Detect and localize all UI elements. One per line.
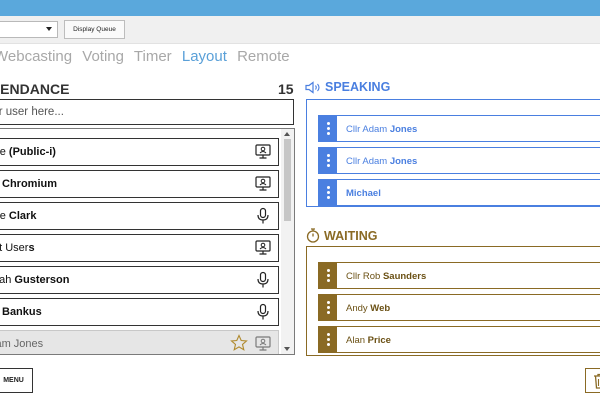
attendee-row[interactable]: Jane (Public-i) [0, 138, 279, 166]
waiting-label: WAITING [324, 228, 378, 243]
attendee-row[interactable]: Sarah Gusterson [0, 266, 279, 294]
monitor-icon[interactable] [254, 143, 272, 161]
filter-input[interactable]: Filter user here... [0, 99, 294, 125]
attendance-count: 15 [278, 81, 294, 97]
speaker-prefix: Cllr Adam [346, 156, 390, 167]
star-icon[interactable] [230, 334, 248, 352]
speaker-icon [305, 80, 320, 94]
speaking-queue-item[interactable]: Cllr Adam Jones [318, 115, 600, 142]
microphone-icon[interactable] [254, 271, 272, 289]
attendee-row[interactable]: Chromium [0, 170, 279, 198]
drag-handle-icon[interactable] [319, 263, 337, 288]
speaking-title: SPEAKING [305, 80, 390, 94]
speaker-surname: Saunders [382, 271, 427, 282]
waiting-speaker-name: Cllr Rob Saunders [346, 271, 426, 282]
attendee-name: Adam [0, 338, 11, 350]
waiting-panel: Cllr Rob Saunders Andy Web Alan Price [306, 246, 600, 356]
microphone-icon[interactable] [254, 207, 272, 225]
filter-placeholder: Filter user here... [0, 106, 64, 118]
menu-label: MENU [3, 377, 24, 384]
tab-webcasting[interactable]: Webcasting [0, 48, 72, 65]
stopwatch-icon [306, 228, 320, 243]
microphone-icon[interactable] [254, 303, 272, 321]
attendance-scrollbar[interactable] [281, 129, 294, 354]
attendee-surname: Jones [13, 338, 44, 350]
attendee-row[interactable]: Luke Clark [0, 202, 279, 230]
speaker-prefix: Alan [346, 335, 368, 346]
tab-layout[interactable]: Layout [182, 48, 227, 65]
delete-button[interactable] [585, 368, 600, 393]
attendee-name: Test User [0, 242, 29, 254]
drag-handle-icon[interactable] [319, 116, 337, 141]
tab-remote[interactable]: Remote [237, 48, 290, 65]
monitor-icon[interactable] [254, 335, 272, 353]
waiting-speaker-name: Alan Price [346, 335, 391, 346]
speaking-panel: Cllr Adam Jones Cllr Adam Jones Michael [306, 99, 600, 207]
queue-select[interactable] [0, 21, 58, 38]
speaking-speaker-name: Cllr Adam Jones [346, 124, 417, 135]
scroll-up-icon[interactable] [284, 132, 290, 136]
attendance-list: Jane (Public-i) Chromium Luke Clark Test Us… [0, 128, 295, 355]
tab-bar: Webcasting Voting Timer Layout Remote [0, 48, 296, 65]
speaker-prefix: Cllr Rob [346, 271, 383, 282]
speaking-label: SPEAKING [325, 80, 391, 94]
attendee-surname: (Public-i) [5, 146, 56, 158]
speaker-prefix: Cllr Adam [346, 124, 390, 135]
speaking-speaker-name: Cllr Adam Jones [346, 156, 417, 167]
speaker-surname: Jones [389, 124, 418, 135]
attendee-surname: Clark [8, 210, 37, 222]
attendance-title: ATTENDANCE [0, 81, 70, 97]
drag-handle-icon[interactable] [319, 148, 337, 173]
attendee-surname: Bankus [2, 306, 42, 318]
tab-timer[interactable]: Timer [134, 48, 172, 65]
title-bar [0, 0, 600, 16]
waiting-title: WAITING [306, 228, 377, 243]
waiting-queue-item[interactable]: Cllr Rob Saunders [318, 262, 600, 289]
attendee-row[interactable]: Adam Jones [0, 330, 279, 354]
chevron-down-icon [46, 27, 52, 31]
attendee-surname: Chromium [2, 178, 57, 190]
waiting-speaker-name: Andy Web [346, 303, 390, 314]
trash-icon [594, 373, 600, 389]
monitor-icon[interactable] [254, 175, 272, 193]
speaker-surname: Price [367, 335, 391, 346]
attendee-row[interactable]: Bankus [0, 298, 279, 326]
scroll-thumb[interactable] [284, 139, 291, 221]
speaker-prefix: Andy [346, 303, 371, 314]
speaking-queue-item[interactable]: Cllr Adam Jones [318, 147, 600, 174]
speaker-surname: Web [370, 303, 391, 314]
menu-button[interactable]: MENU [0, 368, 33, 393]
attendee-row[interactable]: Test Users [0, 234, 279, 262]
drag-handle-icon[interactable] [319, 327, 337, 352]
speaking-speaker-name: Michael [346, 188, 381, 199]
drag-handle-icon[interactable] [319, 295, 337, 320]
attendee-name: Sarah [0, 274, 12, 286]
toolbar: Display Queue [0, 16, 600, 44]
tab-voting[interactable]: Voting [82, 48, 124, 65]
display-queue-button[interactable]: Display Queue [64, 20, 125, 39]
speaker-surname: Jones [389, 156, 418, 167]
speaker-surname: Michael [346, 188, 381, 199]
attendee-surname: s [28, 242, 35, 254]
speaking-queue-item[interactable]: Michael [318, 179, 600, 206]
monitor-icon[interactable] [254, 239, 272, 257]
waiting-queue-item[interactable]: Andy Web [318, 294, 600, 321]
attendee-surname: Gusterson [14, 274, 70, 286]
waiting-queue-item[interactable]: Alan Price [318, 326, 600, 353]
scroll-down-icon[interactable] [284, 347, 290, 351]
drag-handle-icon[interactable] [319, 180, 337, 205]
attendee-name: Luke [0, 210, 6, 222]
